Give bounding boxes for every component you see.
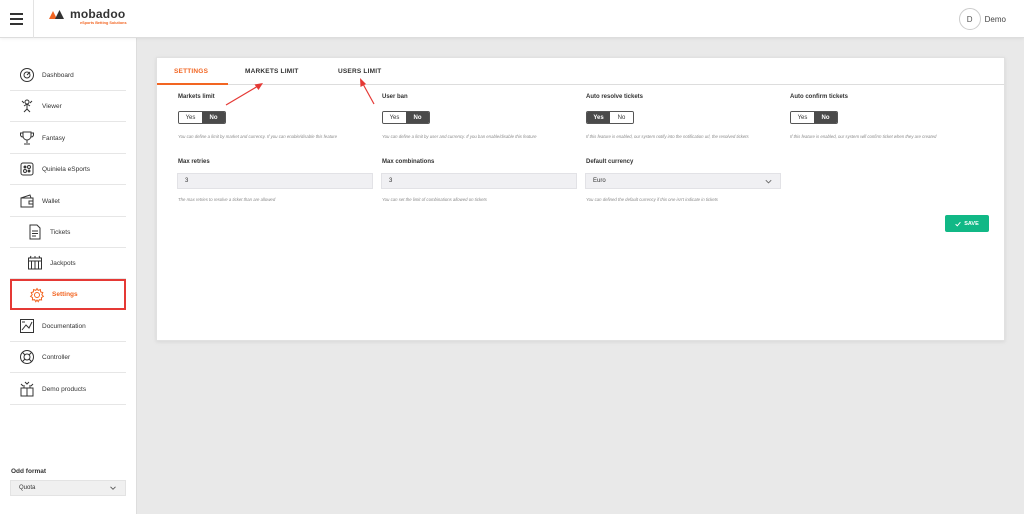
menu-toggle-button[interactable] (0, 0, 34, 38)
gear-icon (29, 287, 45, 303)
toggle-yes[interactable]: Yes (179, 112, 202, 123)
default-currency-value: Euro (593, 178, 606, 184)
documentation-icon (19, 318, 35, 334)
max-retries-input[interactable]: 3 (177, 173, 373, 189)
sidebar-item-label: Viewer (42, 102, 62, 110)
sidebar-item-label: Controller (42, 353, 71, 361)
gift-icon (19, 381, 35, 397)
sidebar-item-quiniela[interactable]: Quiniela eSports (10, 154, 126, 185)
toggle-no[interactable]: No (610, 112, 633, 123)
ticket-icon (27, 224, 43, 240)
max-combinations-input[interactable]: 3 (381, 173, 577, 189)
auto-confirm-toggle[interactable]: Yes No (790, 111, 838, 124)
user-name: Demo (984, 14, 1006, 24)
user-ban-label: User ban (382, 94, 408, 100)
jackpot-icon (27, 255, 43, 271)
odd-format-value: Quota (19, 485, 36, 491)
user-ban-help: You can define a limit by user and curre… (382, 134, 537, 139)
sidebar-item-label: Quiniela eSports (42, 165, 91, 173)
logo-name: mobadoo (70, 7, 126, 21)
auto-confirm-label: Auto confirm tickets (790, 94, 849, 100)
sidebar-item-label: Tickets (50, 228, 71, 236)
viewer-icon (19, 98, 35, 114)
toggle-no[interactable]: No (814, 112, 837, 123)
sidebar-item-label: Dashboard (42, 71, 74, 79)
odd-format-select[interactable]: Quota (10, 480, 126, 496)
tab-users-limit[interactable]: USERS LIMIT (338, 68, 381, 75)
tab-settings[interactable]: SETTINGS (174, 68, 208, 75)
auto-resolve-label: Auto resolve tickets (586, 94, 644, 100)
max-combinations-label: Max combinations (382, 159, 435, 165)
default-currency-select[interactable]: Euro (585, 173, 781, 189)
sidebar-item-label: Fantasy (42, 134, 66, 142)
check-icon (955, 221, 961, 227)
avatar: D (958, 8, 981, 30)
user-ban-toggle[interactable]: Yes No (382, 111, 430, 124)
dashboard-icon (19, 67, 35, 83)
lifebuoy-icon (19, 349, 35, 365)
tab-bar: SETTINGS MARKETS LIMIT USERS LIMIT (157, 58, 1004, 85)
max-retries-label: Max retries (178, 159, 210, 165)
hamburger-icon (10, 13, 23, 15)
markets-limit-help: You can define a limit by market and cur… (178, 134, 337, 139)
max-combinations-help: You can set the limit of combinations al… (382, 197, 487, 202)
save-button[interactable]: SAVE (945, 215, 989, 232)
sidebar-item-label: Documentation (42, 322, 86, 330)
sidebar-item-tickets[interactable]: Tickets (10, 217, 126, 248)
max-retries-value: 3 (185, 178, 189, 184)
sidebar: Dashboard Viewer Fantasy Quiniela eSport… (0, 38, 137, 514)
sidebar-item-jackpots[interactable]: Jackpots (10, 248, 126, 279)
toggle-no[interactable]: No (202, 112, 225, 123)
auto-confirm-help: If this feature is enabled, our system w… (790, 134, 937, 139)
active-tab-indicator (157, 83, 228, 85)
max-combinations-value: 3 (389, 178, 393, 184)
sidebar-item-settings[interactable]: Settings (10, 279, 126, 310)
auto-resolve-toggle[interactable]: Yes No (586, 111, 634, 124)
default-currency-label: Default currency (586, 159, 634, 165)
chevron-down-icon (765, 179, 772, 184)
settings-card: SETTINGS MARKETS LIMIT USERS LIMIT Marke… (156, 57, 1005, 341)
save-button-label: SAVE (964, 220, 979, 227)
logo-icon (49, 10, 64, 19)
markets-limit-toggle[interactable]: Yes No (178, 111, 226, 124)
sidebar-item-viewer[interactable]: Viewer (10, 91, 126, 122)
sidebar-item-documentation[interactable]: Documentation (10, 311, 126, 342)
sidebar-item-label: Jackpots (50, 259, 76, 267)
toggle-no[interactable]: No (406, 112, 429, 123)
logo-tagline: eSports Betting Solutions (80, 21, 127, 25)
quiniela-icon (19, 161, 35, 177)
toggle-yes[interactable]: Yes (791, 112, 814, 123)
user-menu[interactable]: D Demo (958, 8, 1006, 30)
default-currency-help: You can defined the default currency if … (586, 197, 718, 202)
sidebar-item-fantasy[interactable]: Fantasy (10, 123, 126, 154)
sidebar-item-label: Demo products (42, 385, 87, 393)
logo[interactable]: mobadoo eSports Betting Solutions (48, 8, 127, 26)
chevron-down-icon (110, 486, 116, 490)
max-retries-help: The max retries to resolve a ticket than… (178, 197, 276, 202)
sidebar-item-demo-products[interactable]: Demo products (10, 374, 126, 405)
toggle-yes[interactable]: Yes (383, 112, 406, 123)
markets-limit-label: Markets limit (178, 94, 215, 100)
trophy-icon (19, 130, 35, 146)
odd-format-title: Odd format (11, 468, 47, 475)
sidebar-item-label: Wallet (42, 197, 60, 205)
sidebar-item-label: Settings (52, 291, 78, 298)
auto-resolve-help: If this feature is enabled, our system n… (586, 134, 749, 139)
sidebar-item-dashboard[interactable]: Dashboard (10, 60, 126, 91)
toggle-yes[interactable]: Yes (587, 112, 610, 123)
wallet-icon (19, 193, 35, 209)
top-bar: mobadoo eSports Betting Solutions D Demo (0, 0, 1024, 38)
sidebar-item-wallet[interactable]: Wallet (10, 186, 126, 217)
tab-markets-limit[interactable]: MARKETS LIMIT (245, 68, 299, 75)
sidebar-item-controller[interactable]: Controller (10, 342, 126, 373)
